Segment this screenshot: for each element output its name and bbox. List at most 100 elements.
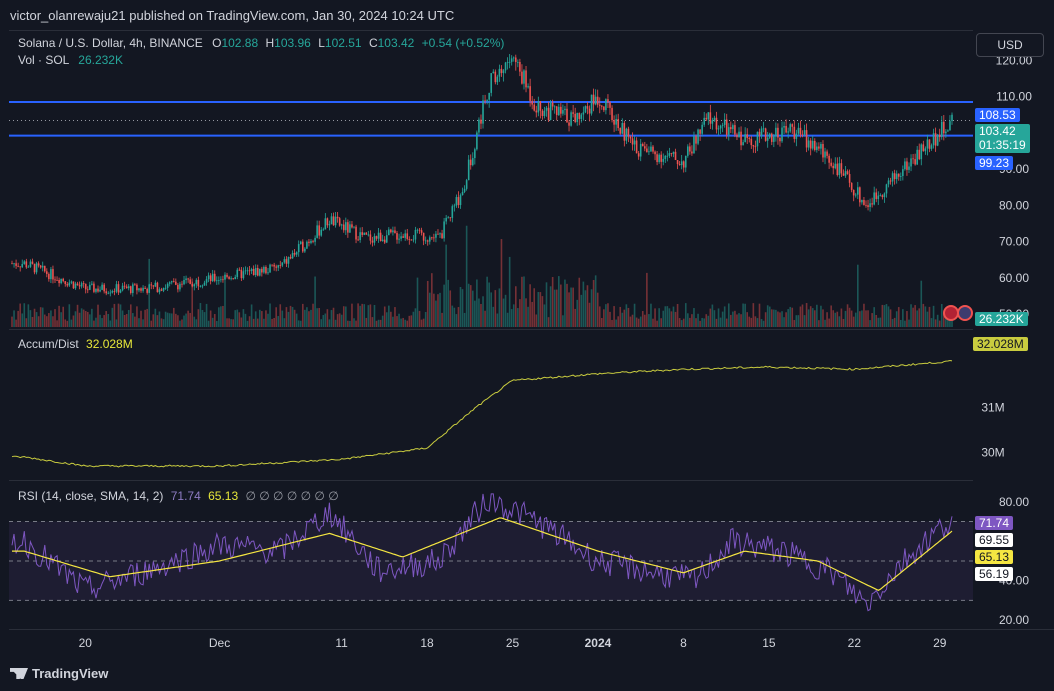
volume-bar — [676, 303, 679, 327]
volume-bar — [449, 290, 452, 327]
volume-bar — [203, 312, 206, 327]
volume-bar — [103, 315, 105, 327]
rsi-value: 71.74 — [170, 489, 201, 503]
candle-body — [373, 236, 376, 243]
candle-body — [478, 119, 480, 133]
volume-bar — [699, 320, 701, 327]
volume-bar — [29, 310, 32, 327]
candle-body — [699, 129, 701, 134]
candle-body — [412, 239, 415, 241]
candle-body — [267, 272, 269, 274]
volume-bar — [912, 307, 914, 327]
rsi-extra-values: ∅ ∅ ∅ ∅ ∅ ∅ ∅ — [245, 489, 339, 503]
volume-bar — [914, 305, 916, 327]
volume-bar — [215, 320, 218, 327]
volume-bar — [594, 275, 597, 327]
volume-bar — [439, 292, 441, 327]
candle-body — [877, 195, 880, 200]
candle-body — [322, 229, 325, 231]
time-tick: 22 — [848, 636, 862, 650]
volume-bar — [416, 277, 419, 327]
candle-body — [596, 96, 599, 105]
chart-canvas[interactable]: 120.00110.0090.0080.0070.0060.0050.0031M… — [0, 0, 1054, 691]
candle-body — [340, 224, 343, 226]
volume-bar — [787, 309, 789, 327]
candle-body — [484, 100, 486, 102]
candle-body — [308, 241, 310, 243]
candle-body — [928, 139, 931, 149]
candle-body — [177, 284, 179, 290]
symbol-legend[interactable]: Solana / U.S. Dollar, 4h, BINANCE O102.8… — [18, 36, 504, 50]
candle-body — [236, 269, 239, 277]
candle-body — [859, 187, 861, 203]
volume-bar — [297, 320, 300, 327]
volume-bar — [220, 306, 222, 327]
volume-bar — [170, 313, 173, 327]
candle-body — [347, 222, 349, 233]
candle-body — [576, 112, 579, 122]
candle-body — [836, 163, 839, 176]
volume-bar — [596, 292, 599, 327]
candle-body — [195, 279, 198, 285]
volume-bar — [730, 314, 732, 327]
candle-body — [353, 226, 355, 228]
volume-bar — [783, 317, 785, 327]
candle-body — [527, 86, 529, 88]
candle-body — [342, 224, 345, 231]
volume-legend[interactable]: Vol · SOL 26.232K — [18, 53, 123, 67]
pane-divider-2[interactable] — [9, 480, 973, 481]
volume-bar — [684, 303, 687, 327]
candle-body — [494, 71, 497, 83]
volume-pane — [11, 225, 953, 327]
volume-bar — [732, 311, 734, 327]
volume-bar — [809, 306, 812, 327]
candle-body — [332, 216, 335, 226]
tradingview-logo[interactable]: TradingView — [10, 666, 108, 681]
volume-bar — [162, 319, 165, 327]
volume-bar — [226, 318, 228, 327]
candle-body — [564, 108, 566, 111]
volume-bar — [232, 319, 234, 327]
volume-label: Vol · SOL — [18, 53, 69, 67]
volume-bar — [263, 318, 265, 327]
us-flag-event-icon-2[interactable] — [957, 305, 973, 321]
volume-bar — [736, 314, 738, 327]
candle-body — [521, 71, 523, 84]
volume-bar — [488, 282, 490, 327]
volume-bar — [828, 318, 830, 327]
close-value: 103.42 — [377, 36, 415, 50]
volume-bar — [871, 313, 873, 327]
volume-bar — [406, 320, 409, 327]
volume-bar — [793, 320, 796, 327]
volume-bar — [883, 305, 886, 327]
volume-bar — [115, 319, 118, 327]
candle-body — [56, 279, 58, 281]
rsi-label: RSI (14, close, SMA, 14, 2) — [18, 489, 164, 503]
currency-button[interactable]: USD — [976, 33, 1044, 57]
candle-body — [203, 282, 206, 286]
candle-body — [842, 173, 845, 176]
candle-body — [406, 233, 409, 239]
rsi-legend[interactable]: RSI (14, close, SMA, 14, 2) 71.74 65.13 … — [18, 489, 339, 503]
candle-body — [770, 133, 773, 142]
volume-bar — [463, 312, 466, 327]
volume-bar — [54, 309, 56, 327]
volume-bar — [531, 301, 533, 327]
volume-bar — [875, 314, 878, 327]
price-tick: 110.00 — [996, 90, 1032, 104]
volume-bar — [287, 311, 290, 327]
candle-body — [887, 180, 890, 185]
accum-dist-legend[interactable]: Accum/Dist 32.028M — [18, 337, 133, 351]
candle-body — [82, 283, 85, 285]
candle-body — [830, 162, 832, 166]
volume-bar — [578, 277, 581, 327]
volume-bar — [813, 310, 816, 327]
volume-bar — [369, 304, 372, 327]
candle-body — [152, 285, 155, 287]
candle-body — [254, 267, 257, 276]
pane-divider-1[interactable] — [9, 329, 973, 330]
volume-bar — [527, 306, 529, 327]
close-label: C — [368, 36, 378, 50]
candle-body — [58, 279, 60, 284]
volume-bar — [332, 307, 335, 327]
